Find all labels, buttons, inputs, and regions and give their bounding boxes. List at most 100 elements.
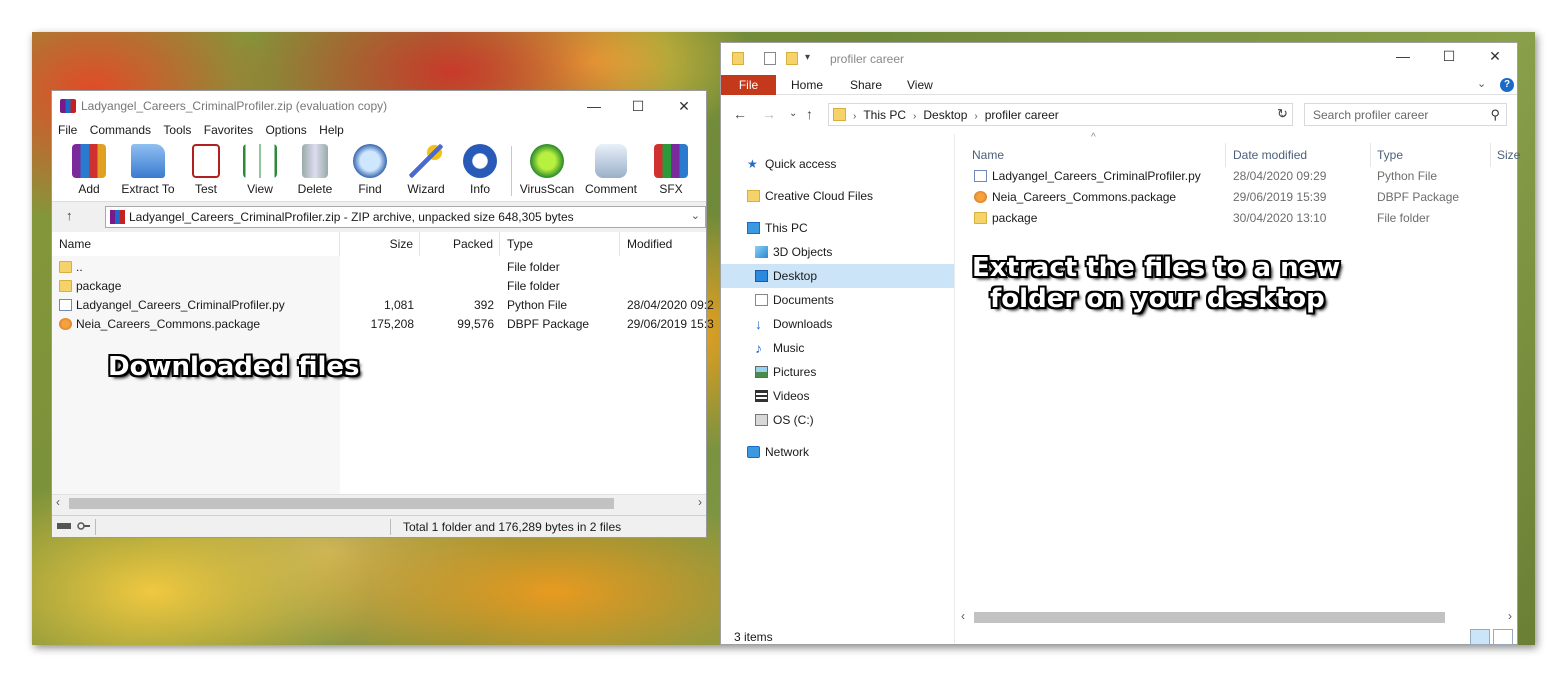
maximize-button[interactable]: ☐ xyxy=(1426,45,1472,67)
nav-item-quick-access[interactable]: ★ Quick access xyxy=(721,152,954,176)
scroll-right-icon[interactable]: › xyxy=(698,495,702,509)
nav-item-os-c[interactable]: OS (C:) xyxy=(721,408,954,432)
comment-button[interactable]: Comment xyxy=(582,144,640,196)
table-row[interactable]: .. File folder xyxy=(52,258,706,277)
explorer-title-bar[interactable]: ▾ profiler career — ☐ ✕ xyxy=(721,43,1517,75)
nav-item-downloads[interactable]: ↓ Downloads xyxy=(721,312,954,336)
breadcrumb-this-pc[interactable]: This PC xyxy=(863,108,906,122)
recent-locations-icon[interactable]: ⌄ xyxy=(789,108,797,119)
table-row[interactable]: package File folder xyxy=(52,277,706,296)
test-button[interactable]: Test xyxy=(179,144,233,196)
column-header-modified[interactable]: Modified xyxy=(620,232,706,256)
properties-check-icon[interactable] xyxy=(764,52,776,65)
package-file-icon xyxy=(59,318,72,330)
customize-toolbar-icon[interactable]: ▾ xyxy=(805,52,810,63)
column-header-size[interactable]: Size xyxy=(1497,143,1520,167)
menu-commands[interactable]: Commands xyxy=(90,121,151,140)
maximize-button[interactable]: ☐ xyxy=(615,95,661,117)
menu-tools[interactable]: Tools xyxy=(163,121,191,140)
add-button[interactable]: Add xyxy=(62,144,116,196)
find-button[interactable]: Find xyxy=(343,144,397,196)
back-arrow-icon[interactable]: ← xyxy=(733,106,747,122)
nav-item-3d-objects[interactable]: 3D Objects xyxy=(721,240,954,264)
explorer-window: ▾ profiler career — ☐ ✕ File Home Share … xyxy=(720,42,1520,645)
winrar-app-icon xyxy=(60,99,76,113)
ribbon-tab-view[interactable]: View xyxy=(907,75,933,95)
zip-archive-icon xyxy=(110,210,125,224)
sfx-button[interactable]: SFX xyxy=(644,144,698,196)
view-button[interactable]: View xyxy=(233,144,287,196)
help-icon[interactable]: ? xyxy=(1500,78,1514,92)
horizontal-scrollbar[interactable]: ‹ › xyxy=(52,494,706,511)
nav-item-music[interactable]: ♪ Music xyxy=(721,336,954,360)
list-item[interactable]: Neia_Careers_Commons.package 29/06/2019 … xyxy=(972,187,1517,208)
horizontal-scrollbar[interactable]: ‹ › xyxy=(956,609,1517,626)
folder-icon xyxy=(732,52,744,65)
search-icon: ⚲ xyxy=(1490,107,1500,122)
winrar-title-bar[interactable]: Ladyangel_Careers_CriminalProfiler.zip (… xyxy=(52,91,706,121)
table-row[interactable]: Neia_Careers_Commons.package 175,208 99,… xyxy=(52,315,714,334)
column-header-name[interactable]: Name xyxy=(52,232,340,256)
refresh-icon[interactable]: ↻ xyxy=(1277,106,1288,122)
new-folder-icon[interactable] xyxy=(786,52,798,65)
column-header-size[interactable]: Size xyxy=(340,232,420,256)
scroll-right-icon[interactable]: › xyxy=(1508,609,1512,623)
table-row[interactable]: Ladyangel_Careers_CriminalProfiler.py 1,… xyxy=(52,296,714,315)
ribbon-tab-home[interactable]: Home xyxy=(791,75,823,95)
list-item[interactable]: Ladyangel_Careers_CriminalProfiler.py 28… xyxy=(972,166,1517,187)
menu-options[interactable]: Options xyxy=(265,121,306,140)
menu-file[interactable]: File xyxy=(58,121,77,140)
delete-button[interactable]: Delete xyxy=(288,144,342,196)
nav-item-pictures[interactable]: Pictures xyxy=(721,360,954,384)
close-button[interactable]: ✕ xyxy=(1472,45,1518,67)
minimize-button[interactable]: — xyxy=(571,95,617,117)
address-bar[interactable]: › This PC › Desktop › profiler career ⌄ xyxy=(828,103,1293,126)
search-input[interactable]: Search profiler career ⚲ xyxy=(1304,103,1507,126)
expand-ribbon-icon[interactable]: ⌄ xyxy=(1477,77,1486,90)
toolbar-separator xyxy=(511,146,512,196)
nav-item-network[interactable]: Network xyxy=(721,440,954,464)
wizard-button[interactable]: Wizard xyxy=(399,144,453,196)
column-header-type[interactable]: Type xyxy=(500,232,620,256)
nav-item-creative-cloud-files[interactable]: Creative Cloud Files xyxy=(721,184,954,208)
menu-favorites[interactable]: Favorites xyxy=(204,121,253,140)
nav-item-documents[interactable]: Documents xyxy=(721,288,954,312)
breadcrumb-profiler-career[interactable]: profiler career xyxy=(985,108,1059,122)
forward-arrow-icon[interactable]: → xyxy=(762,106,776,122)
column-header-name[interactable]: Name xyxy=(972,143,1004,167)
details-view-icon[interactable] xyxy=(1470,629,1490,645)
virusscan-bug-icon xyxy=(530,144,564,178)
large-icons-view-icon[interactable] xyxy=(1493,629,1513,645)
chevron-down-icon[interactable]: ⌄ xyxy=(691,209,700,222)
python-file-icon xyxy=(59,299,72,311)
scroll-left-icon[interactable]: ‹ xyxy=(56,495,60,509)
list-item[interactable]: package 30/04/2020 13:10 File folder xyxy=(972,208,1517,229)
close-button[interactable]: ✕ xyxy=(661,95,707,117)
column-header-packed[interactable]: Packed xyxy=(420,232,500,256)
folder-icon xyxy=(59,261,72,273)
scrollbar-thumb[interactable] xyxy=(974,612,1445,623)
find-magnifier-icon xyxy=(353,144,387,178)
scrollbar-thumb[interactable] xyxy=(69,498,614,509)
nav-item-desktop[interactable]: Desktop xyxy=(721,264,954,288)
minimize-button[interactable]: — xyxy=(1380,45,1426,67)
item-count: 3 items xyxy=(734,630,773,644)
folder-icon xyxy=(833,108,846,121)
archive-path-combo[interactable]: Ladyangel_Careers_CriminalProfiler.zip -… xyxy=(105,206,706,228)
virusscan-button[interactable]: VirusScan xyxy=(517,144,577,196)
up-arrow-icon[interactable]: ↑ xyxy=(66,208,73,223)
videos-icon xyxy=(755,390,768,402)
scroll-left-icon[interactable]: ‹ xyxy=(961,609,965,623)
column-header-type[interactable]: Type xyxy=(1377,143,1403,167)
ribbon-file-tab[interactable]: File xyxy=(721,75,776,95)
menu-help[interactable]: Help xyxy=(319,121,344,140)
nav-item-this-pc[interactable]: This PC xyxy=(721,216,954,240)
breadcrumb-desktop[interactable]: Desktop xyxy=(923,108,967,122)
column-header-date-modified[interactable]: Date modified xyxy=(1233,143,1307,167)
winrar-address-bar: ↑ Ladyangel_Careers_CriminalProfiler.zip… xyxy=(52,202,706,232)
ribbon-tab-share[interactable]: Share xyxy=(850,75,882,95)
nav-item-videos[interactable]: Videos xyxy=(721,384,954,408)
info-button[interactable]: Info xyxy=(453,144,507,196)
extract-to-button[interactable]: Extract To xyxy=(116,144,180,196)
up-arrow-icon[interactable]: ↑ xyxy=(806,106,813,122)
